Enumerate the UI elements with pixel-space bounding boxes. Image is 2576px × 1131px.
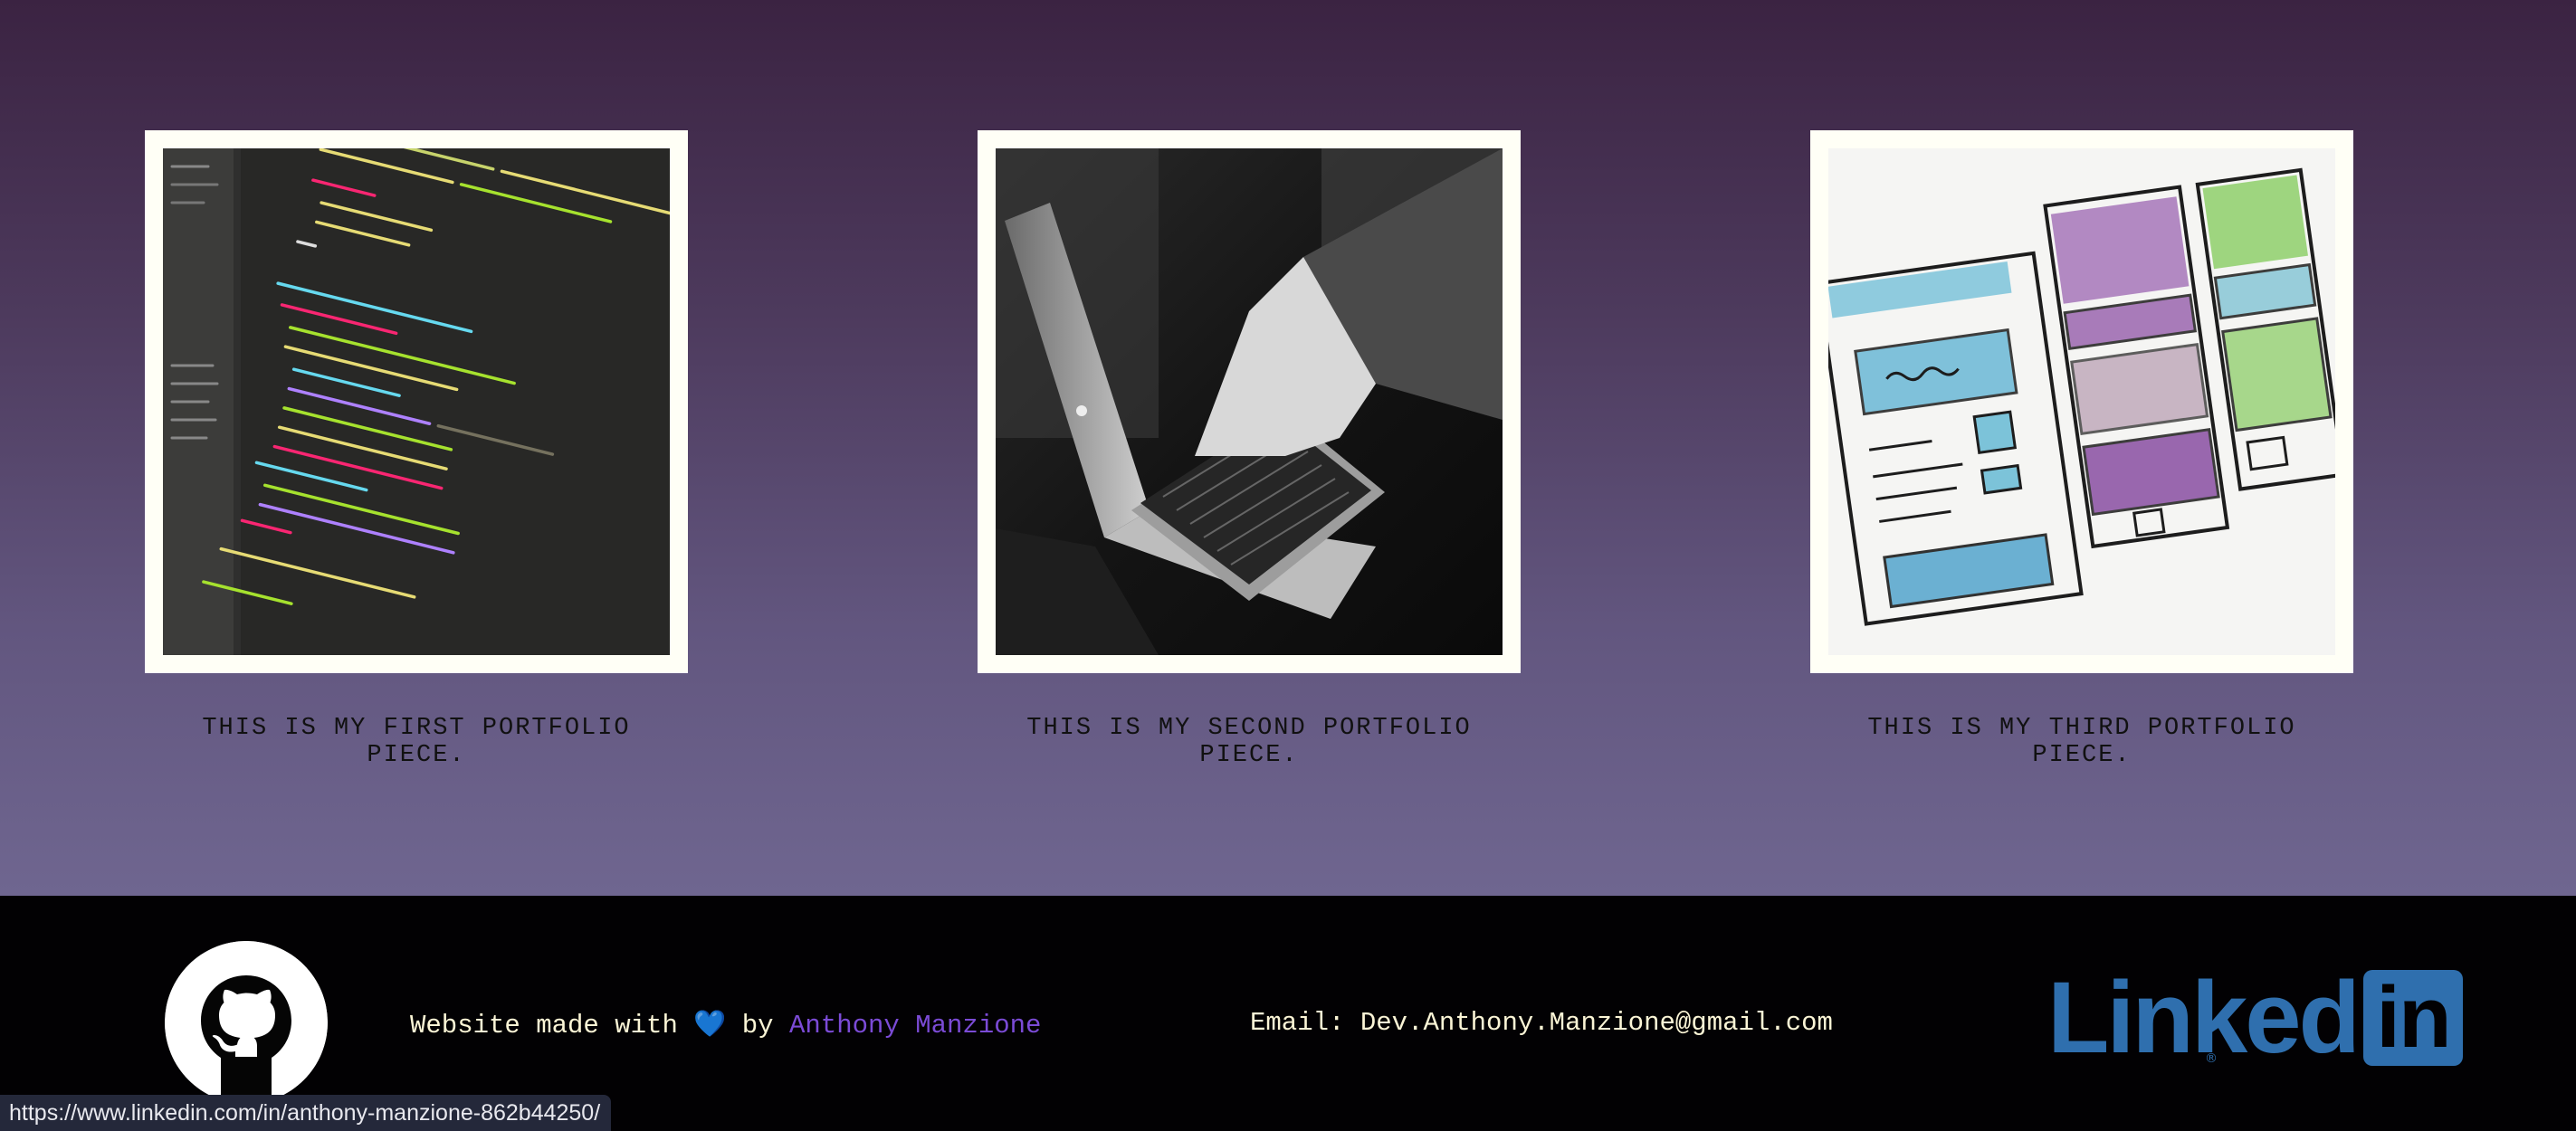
wireframe-sketch-image [1828,148,2335,655]
author-link[interactable]: Anthony Manzione [789,1011,1041,1041]
portfolio-image-frame-2[interactable] [978,130,1521,673]
laptop-photo-image [996,148,1503,655]
email-label: Email: [1250,1008,1345,1038]
registered-mark: ® [2205,1051,2218,1066]
portfolio-caption-2: THIS IS MY SECOND PORTFOLIO PIECE. [1026,715,1472,769]
linkedin-wordmark: Linked [2047,961,2361,1074]
email-address[interactable]: Dev.Anthony.Manzione@gmail.com [1360,1008,1833,1038]
portfolio-caption-1: THIS IS MY FIRST PORTFOLIO PIECE. [202,715,631,769]
portfolio-caption-3: THIS IS MY THIRD PORTFOLIO PIECE. [1867,715,2296,769]
blue-heart-icon: 💙 [693,1008,727,1039]
email-text: Email: Dev.Anthony.Manzione@gmail.com [1250,1008,1833,1038]
link-preview-status-bar: https://www.linkedin.com/in/anthony-manz… [0,1095,612,1131]
by-text: by [741,1011,774,1041]
linkedin-logo-link[interactable]: Linked in [2047,961,2463,1074]
portfolio-image-frame-3[interactable] [1810,130,2353,673]
made-with-prefix: Website made with [410,1011,678,1041]
github-icon[interactable] [165,941,328,1104]
linkedin-icon: in [2362,970,2463,1066]
portfolio-image-frame-1[interactable] [145,130,688,673]
made-with-text: Website made with 💙 by Anthony Manzione [410,1008,1041,1041]
code-editor-image [163,148,670,655]
